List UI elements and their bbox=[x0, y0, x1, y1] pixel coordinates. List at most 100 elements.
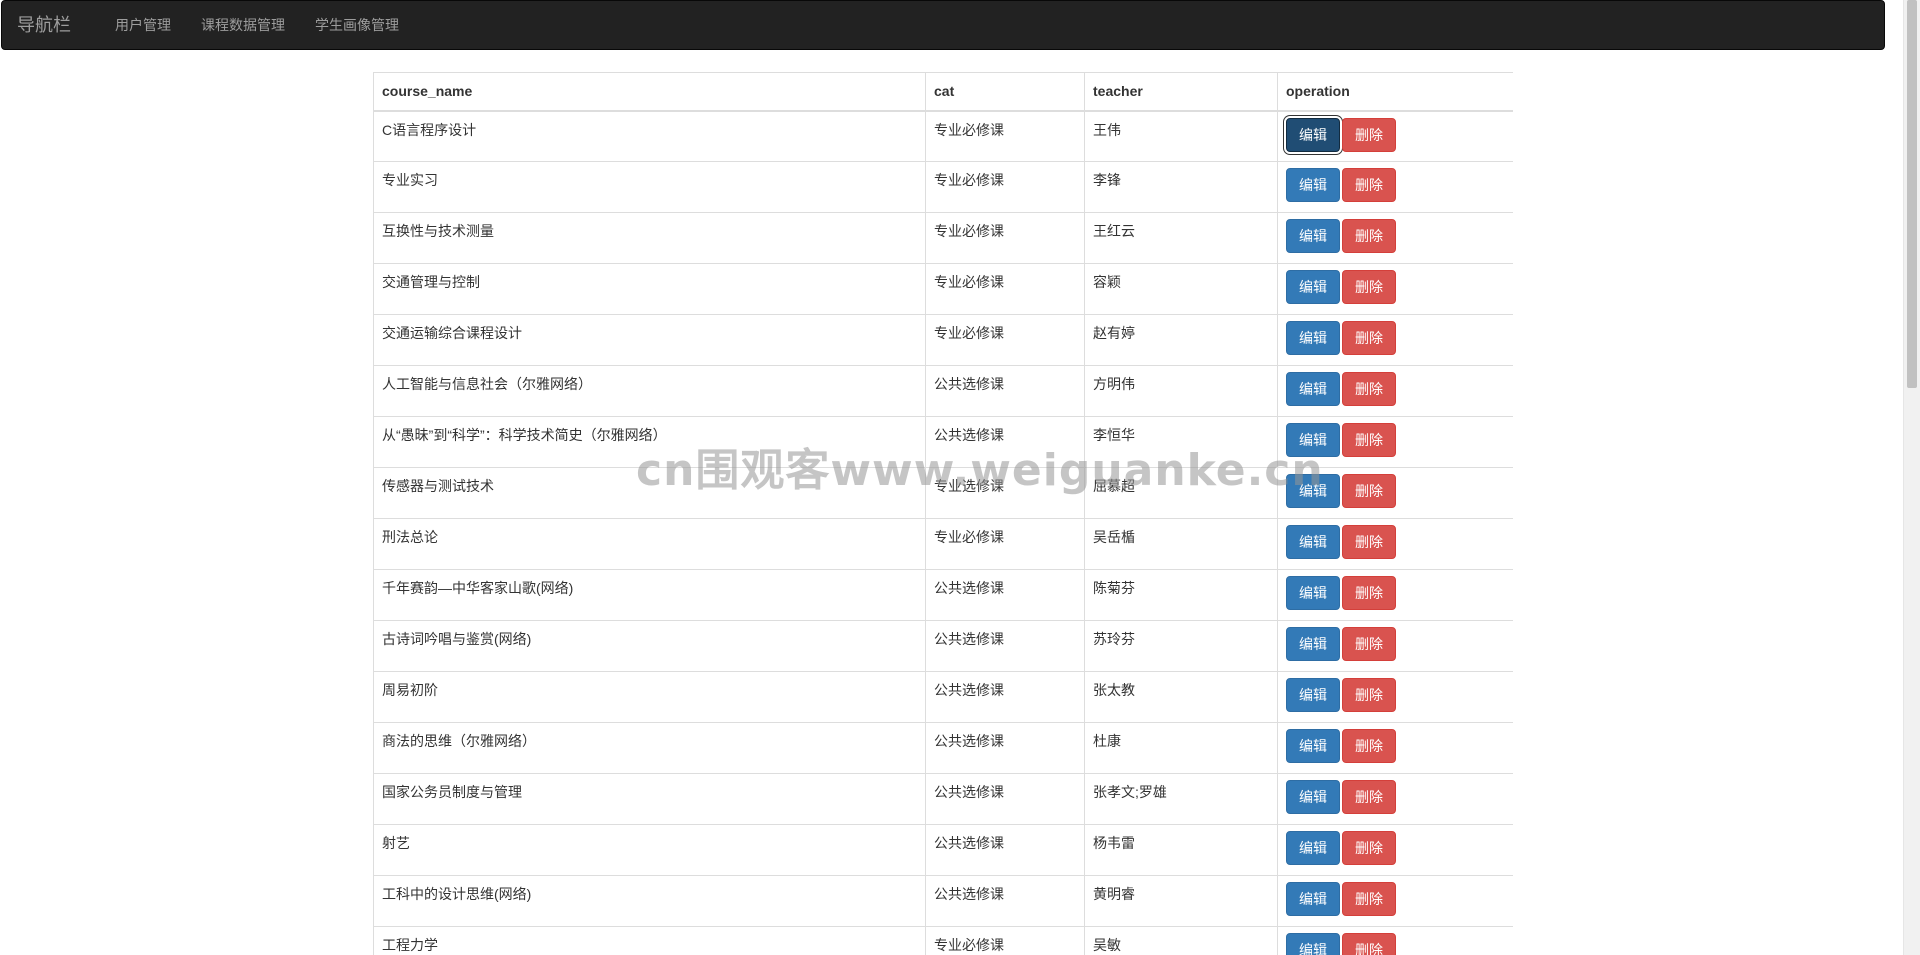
table-row: 千年赛韵—中华客家山歌(网络) 公共选修课 陈菊芬 编辑 删除 bbox=[373, 569, 1513, 621]
cell-teacher: 容颖 bbox=[1084, 263, 1278, 315]
delete-button[interactable]: 删除 bbox=[1342, 168, 1396, 202]
cell-operation: 编辑 删除 bbox=[1277, 671, 1513, 723]
edit-button[interactable]: 编辑 bbox=[1286, 525, 1340, 559]
cell-teacher: 杨韦雷 bbox=[1084, 824, 1278, 876]
cell-course-name: 交通管理与控制 bbox=[373, 263, 926, 315]
edit-button[interactable]: 编辑 bbox=[1286, 882, 1340, 916]
navbar-brand[interactable]: 导航栏 bbox=[2, 0, 86, 50]
edit-button[interactable]: 编辑 bbox=[1286, 627, 1340, 661]
delete-button[interactable]: 删除 bbox=[1342, 321, 1396, 355]
cell-operation: 编辑 删除 bbox=[1277, 467, 1513, 519]
edit-button[interactable]: 编辑 bbox=[1286, 933, 1340, 955]
table-row: 从“愚昧”到“科学”：科学技术简史（尔雅网络） 公共选修课 李恒华 编辑 删除 bbox=[373, 416, 1513, 468]
edit-button[interactable]: 编辑 bbox=[1286, 729, 1340, 763]
delete-button[interactable]: 删除 bbox=[1342, 678, 1396, 712]
delete-button[interactable]: 删除 bbox=[1342, 525, 1396, 559]
edit-button[interactable]: 编辑 bbox=[1286, 321, 1340, 355]
delete-button[interactable]: 删除 bbox=[1342, 372, 1396, 406]
cell-teacher: 张太教 bbox=[1084, 671, 1278, 723]
delete-button[interactable]: 删除 bbox=[1342, 117, 1396, 152]
cell-cat: 公共选修课 bbox=[925, 773, 1085, 825]
table-row: 国家公务员制度与管理 公共选修课 张孝文;罗雄 编辑 删除 bbox=[373, 773, 1513, 825]
cell-cat: 专业必修课 bbox=[925, 263, 1085, 315]
delete-button[interactable]: 删除 bbox=[1342, 576, 1396, 610]
edit-button[interactable]: 编辑 bbox=[1286, 372, 1340, 406]
scrollbar-thumb[interactable] bbox=[1907, 0, 1917, 388]
cell-teacher: 苏玲芬 bbox=[1084, 620, 1278, 672]
delete-button[interactable]: 删除 bbox=[1342, 882, 1396, 916]
cell-course-name: C语言程序设计 bbox=[373, 110, 926, 162]
edit-button[interactable]: 编辑 bbox=[1286, 117, 1340, 152]
cell-cat: 专业必修课 bbox=[925, 110, 1085, 162]
table-row: 交通管理与控制 专业必修课 容颖 编辑 删除 bbox=[373, 263, 1513, 315]
cell-teacher: 屈慕超 bbox=[1084, 467, 1278, 519]
column-header-course-name: course_name bbox=[373, 72, 926, 112]
delete-button[interactable]: 删除 bbox=[1342, 780, 1396, 814]
edit-button[interactable]: 编辑 bbox=[1286, 678, 1340, 712]
cell-teacher: 黄明睿 bbox=[1084, 875, 1278, 927]
cell-course-name: 传感器与测试技术 bbox=[373, 467, 926, 519]
table-row: 射艺 公共选修课 杨韦雷 编辑 删除 bbox=[373, 824, 1513, 876]
course-table: course_name cat teacher operation C语言程序设… bbox=[373, 72, 1513, 955]
cell-cat: 公共选修课 bbox=[925, 569, 1085, 621]
cell-course-name: 从“愚昧”到“科学”：科学技术简史（尔雅网络） bbox=[373, 416, 926, 468]
navbar: 导航栏 用户管理 课程数据管理 学生画像管理 bbox=[1, 0, 1885, 50]
cell-course-name: 人工智能与信息社会（尔雅网络） bbox=[373, 365, 926, 417]
cell-operation: 编辑 删除 bbox=[1277, 569, 1513, 621]
cell-teacher: 陈菊芬 bbox=[1084, 569, 1278, 621]
cell-teacher: 杜康 bbox=[1084, 722, 1278, 774]
cell-cat: 公共选修课 bbox=[925, 875, 1085, 927]
edit-button[interactable]: 编辑 bbox=[1286, 576, 1340, 610]
delete-button[interactable]: 删除 bbox=[1342, 219, 1396, 253]
cell-teacher: 李锋 bbox=[1084, 161, 1278, 213]
delete-button[interactable]: 删除 bbox=[1342, 423, 1396, 457]
cell-operation: 编辑 删除 bbox=[1277, 926, 1513, 955]
cell-operation: 编辑 删除 bbox=[1277, 365, 1513, 417]
cell-operation: 编辑 删除 bbox=[1277, 110, 1513, 162]
cell-cat: 公共选修课 bbox=[925, 620, 1085, 672]
edit-button[interactable]: 编辑 bbox=[1286, 219, 1340, 253]
delete-button[interactable]: 删除 bbox=[1342, 831, 1396, 865]
edit-button[interactable]: 编辑 bbox=[1286, 423, 1340, 457]
table-row: 工科中的设计思维(网络) 公共选修课 黄明睿 编辑 删除 bbox=[373, 875, 1513, 927]
delete-button[interactable]: 删除 bbox=[1342, 729, 1396, 763]
delete-button[interactable]: 删除 bbox=[1342, 270, 1396, 304]
delete-button[interactable]: 删除 bbox=[1342, 933, 1396, 955]
table-row: C语言程序设计 专业必修课 王伟 编辑 删除 bbox=[373, 110, 1513, 162]
cell-operation: 编辑 删除 bbox=[1277, 875, 1513, 927]
nav-item-student-profile-management[interactable]: 学生画像管理 bbox=[300, 0, 414, 50]
cell-operation: 编辑 删除 bbox=[1277, 620, 1513, 672]
delete-button[interactable]: 删除 bbox=[1342, 627, 1396, 661]
cell-teacher: 王红云 bbox=[1084, 212, 1278, 264]
table-row: 传感器与测试技术 专业选修课 屈慕超 编辑 删除 bbox=[373, 467, 1513, 519]
edit-button[interactable]: 编辑 bbox=[1286, 780, 1340, 814]
cell-cat: 公共选修课 bbox=[925, 671, 1085, 723]
vertical-scrollbar[interactable] bbox=[1903, 0, 1920, 955]
cell-operation: 编辑 删除 bbox=[1277, 416, 1513, 468]
cell-course-name: 刑法总论 bbox=[373, 518, 926, 570]
table-row: 刑法总论 专业必修课 吴岳楯 编辑 删除 bbox=[373, 518, 1513, 570]
column-header-operation: operation bbox=[1277, 72, 1513, 112]
edit-button[interactable]: 编辑 bbox=[1286, 474, 1340, 508]
delete-button[interactable]: 删除 bbox=[1342, 474, 1396, 508]
cell-operation: 编辑 删除 bbox=[1277, 161, 1513, 213]
edit-button[interactable]: 编辑 bbox=[1286, 168, 1340, 202]
cell-cat: 公共选修课 bbox=[925, 365, 1085, 417]
nav-item-course-data-management[interactable]: 课程数据管理 bbox=[186, 0, 300, 50]
cell-course-name: 射艺 bbox=[373, 824, 926, 876]
nav-item-user-management[interactable]: 用户管理 bbox=[100, 0, 186, 50]
column-header-cat: cat bbox=[925, 72, 1085, 112]
cell-course-name: 专业实习 bbox=[373, 161, 926, 213]
cell-cat: 专业必修课 bbox=[925, 926, 1085, 955]
cell-cat: 公共选修课 bbox=[925, 824, 1085, 876]
cell-operation: 编辑 删除 bbox=[1277, 824, 1513, 876]
table-body: C语言程序设计 专业必修课 王伟 编辑 删除 专业实习 专业必修课 李锋 编辑 删除 互换性与技术测… bbox=[373, 110, 1513, 955]
cell-course-name: 国家公务员制度与管理 bbox=[373, 773, 926, 825]
table-row: 互换性与技术测量 专业必修课 王红云 编辑 删除 bbox=[373, 212, 1513, 264]
edit-button[interactable]: 编辑 bbox=[1286, 270, 1340, 304]
table-row: 交通运输综合课程设计 专业必修课 赵有婷 编辑 删除 bbox=[373, 314, 1513, 366]
table-row: 周易初阶 公共选修课 张太教 编辑 删除 bbox=[373, 671, 1513, 723]
cell-cat: 专业选修课 bbox=[925, 467, 1085, 519]
edit-button[interactable]: 编辑 bbox=[1286, 831, 1340, 865]
cell-operation: 编辑 删除 bbox=[1277, 773, 1513, 825]
